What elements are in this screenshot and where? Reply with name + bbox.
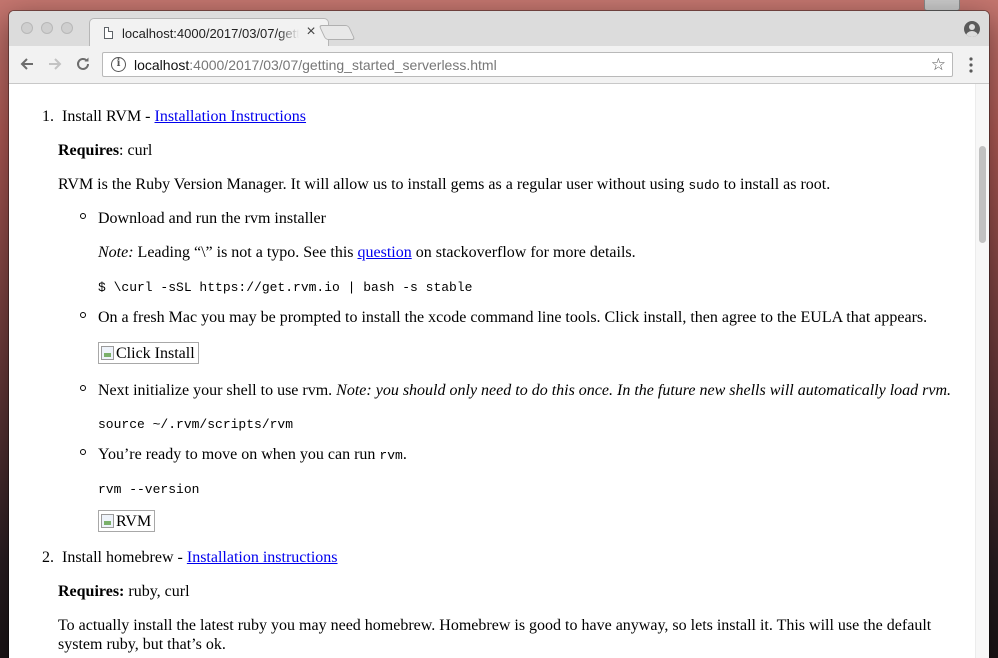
info-icon[interactable]: i: [111, 57, 126, 72]
new-tab-button[interactable]: [318, 25, 356, 40]
code-block: $ \curl -sSL https://get.rvm.io | bash -…: [98, 280, 473, 295]
code-block: rvm --version: [98, 482, 200, 497]
requires-value: : curl: [119, 142, 153, 159]
step-description-line: system ruby, but that’s ok.: [58, 636, 226, 653]
list-number: 2.: [42, 549, 54, 566]
star-icon[interactable]: ☆: [931, 55, 946, 75]
reload-icon[interactable]: [73, 54, 93, 74]
browser-tab[interactable]: localhost:4000/2017/03/07/getting_starte…: [89, 18, 329, 47]
toolbar: i localhost:4000/2017/03/07/getting_star…: [9, 46, 989, 84]
list-item: 2. Install homebrew - Installation instr…: [42, 548, 338, 567]
browser-window: localhost:4000/2017/03/07/getting_starte…: [9, 11, 989, 658]
note-label: Note:: [98, 244, 134, 261]
code-block: source ~/.rvm/scripts/rvm: [98, 417, 294, 432]
address-bar[interactable]: i localhost:4000/2017/03/07/getting_star…: [102, 52, 953, 77]
forward-arrow-icon[interactable]: [45, 54, 65, 74]
step-title: Install RVM -: [62, 108, 155, 125]
close-window-button[interactable]: [21, 22, 33, 34]
broken-image-icon: [101, 346, 114, 360]
requires-value: ruby, curl: [124, 583, 190, 600]
tab-strip: localhost:4000/2017/03/07/getting_starte…: [9, 11, 989, 47]
step-description-line: To actually install the latest ruby you …: [58, 617, 932, 634]
bullet-text: On a fresh Mac you may be prompted to in…: [98, 309, 928, 326]
rvm-image: RVM: [98, 510, 156, 532]
url-text[interactable]: localhost:4000/2017/03/07/getting_starte…: [134, 57, 497, 73]
list-number: 1.: [42, 108, 54, 125]
step-description: RVM is the Ruby Version Manager. It will…: [58, 176, 831, 193]
note-line: Note: Leading “\” is not a typo. See thi…: [98, 244, 636, 261]
installation-instructions-link[interactable]: Installation instructions: [187, 549, 338, 566]
requires-label: Requires: [58, 142, 120, 159]
list-item: 1. Install RVM - Installation Instructio…: [42, 107, 306, 126]
tab-title: localhost:4000/2017/03/07/getting_starte…: [122, 26, 299, 41]
broken-image-icon: [101, 514, 114, 528]
installation-instructions-link[interactable]: Installation Instructions: [155, 108, 307, 125]
step-title: Install homebrew -: [62, 549, 187, 566]
bullet-text: You’re ready to move on when you can run…: [98, 446, 407, 463]
vertical-scrollbar[interactable]: [975, 84, 989, 658]
requires-label: Requires:: [58, 583, 125, 600]
page-viewport: 1. Install RVM - Installation Instructio…: [9, 84, 989, 658]
bullet-text: Download and run the rvm installer: [98, 210, 326, 227]
requires-line: Requires: curl: [58, 141, 152, 160]
bullet-icon: [80, 385, 86, 391]
question-link[interactable]: question: [358, 244, 412, 261]
zoom-window-button[interactable]: [61, 22, 73, 34]
requires-line: Requires: ruby, curl: [58, 582, 190, 601]
note-text: Note: you should only need to do this on…: [336, 382, 952, 399]
back-arrow-icon[interactable]: [17, 54, 37, 74]
bullet-icon: [80, 312, 86, 318]
tab-close-icon[interactable]: ×: [304, 24, 318, 40]
minimize-window-button[interactable]: [41, 22, 53, 34]
desktop-drive-icon: [924, 0, 960, 11]
vertical-dots-icon[interactable]: [964, 55, 978, 75]
bullet-text: Next initialize your shell to use rvm. N…: [98, 382, 952, 399]
click-install-image: Click Install: [98, 342, 199, 364]
inline-code: sudo: [688, 178, 720, 193]
inline-code: rvm: [379, 448, 403, 463]
bullet-icon: [80, 213, 86, 219]
bullet-icon: [80, 449, 86, 455]
profile-icon[interactable]: [964, 21, 980, 37]
scrollbar-thumb[interactable]: [979, 146, 986, 243]
page-icon: [104, 27, 113, 39]
